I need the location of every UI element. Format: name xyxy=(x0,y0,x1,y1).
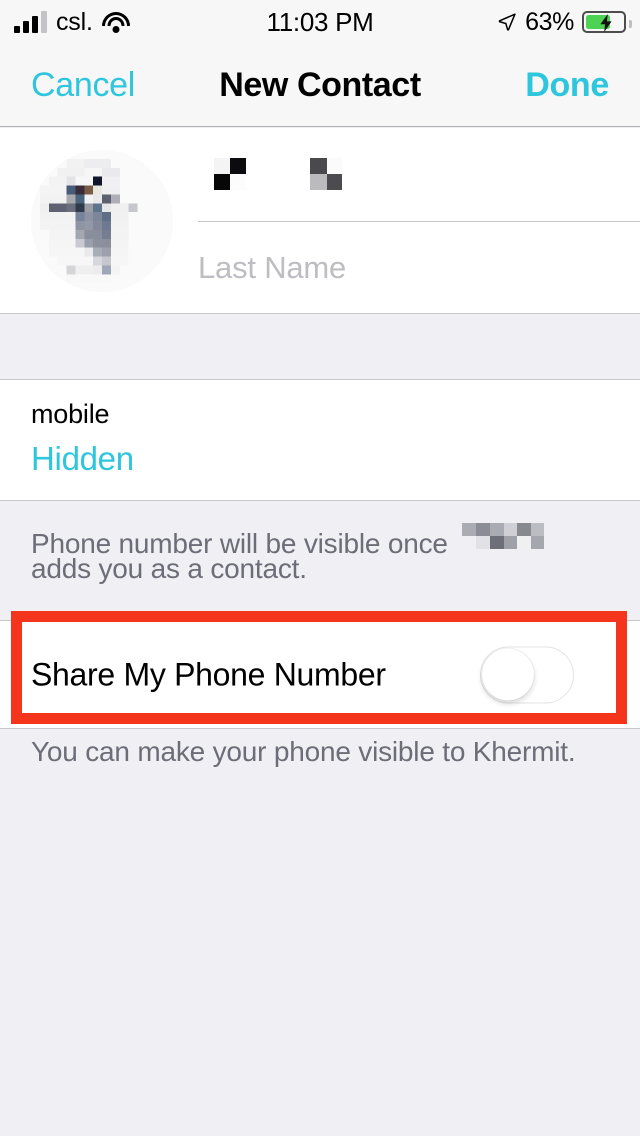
phone-visibility-note: Phone number will be visible once adds y… xyxy=(0,501,640,620)
location-arrow-icon xyxy=(498,13,516,31)
name-fields-group: Last Name xyxy=(198,128,640,314)
battery-percent-label: 63% xyxy=(525,7,574,36)
battery-charging-icon xyxy=(582,11,632,33)
note-redacted-name xyxy=(461,519,544,560)
share-note-text: You can make your phone visible to Kherm… xyxy=(31,736,576,767)
clock-label: 11:03 PM xyxy=(266,6,374,37)
redaction-blocks-icon xyxy=(461,523,544,549)
first-name-redacted-value xyxy=(198,152,388,198)
avatar[interactable] xyxy=(31,150,173,292)
redaction-blocks-icon xyxy=(214,157,342,190)
navigation-bar: Cancel New Contact Done xyxy=(0,44,640,127)
section-gap xyxy=(0,314,640,380)
share-note: You can make your phone visible to Kherm… xyxy=(0,730,640,1136)
contact-name-card: Last Name xyxy=(0,128,640,314)
share-my-phone-number-label: Share My Phone Number xyxy=(31,656,386,692)
toggle-knob xyxy=(482,648,534,700)
iphone-screen: csl. 11:03 PM 63% Cancel New Contact Don… xyxy=(0,0,640,1136)
status-bar-right: 63% xyxy=(497,0,632,44)
status-bar: csl. 11:03 PM 63% xyxy=(0,0,640,44)
last-name-placeholder: Last Name xyxy=(198,250,347,285)
lightning-bolt-icon xyxy=(600,14,612,32)
phone-visibility-note-line2: adds you as a contact. xyxy=(31,553,307,584)
phone-value[interactable]: Hidden xyxy=(31,440,134,478)
share-my-phone-number-toggle[interactable] xyxy=(480,646,574,703)
done-button[interactable]: Done xyxy=(525,66,609,105)
phone-label: mobile xyxy=(31,399,110,429)
first-name-field[interactable] xyxy=(198,128,640,221)
phone-row[interactable]: mobile Hidden xyxy=(0,380,640,501)
share-my-phone-number-row[interactable]: Share My Phone Number xyxy=(0,620,640,729)
contact-photo-pixelated xyxy=(31,150,173,292)
last-name-field[interactable]: Last Name xyxy=(198,221,640,314)
